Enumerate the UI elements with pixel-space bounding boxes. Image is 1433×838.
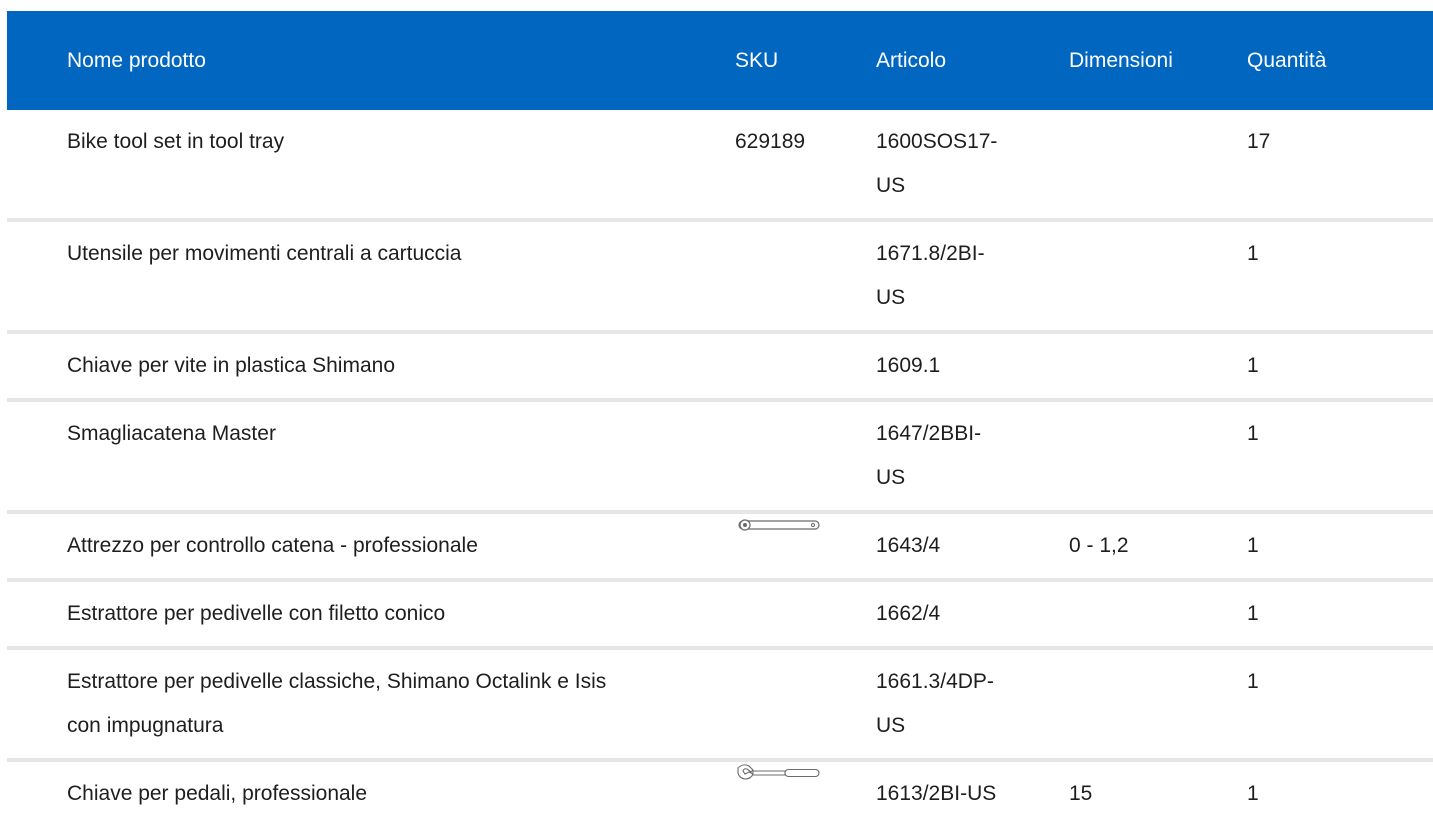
header-article[interactable]: Articolo [876,11,1069,110]
dimensions-cell [1069,648,1247,760]
header-dimensions[interactable]: Dimensioni [1069,11,1247,110]
quantity-cell: 17 [1247,130,1271,153]
article-cell: 1671.8/2BI- US [876,220,1069,332]
header-spacer [7,11,67,110]
article-cell: 1647/2BBI- US [876,400,1069,512]
row-spacer [7,512,67,580]
product-name-cell[interactable]: Chiave per vite in plastica Shimano [67,332,735,400]
chain-checker-tool-image[interactable] [735,514,821,536]
article-cell: 1600SOS17- US [876,110,1069,220]
article-cell: 1609.1 [876,354,941,377]
table-row[interactable]: Smagliacatena Master 1647/2BBI- US 1 [7,400,1433,512]
header-quantity[interactable]: Quantità [1247,11,1433,110]
sku-cell [735,512,876,580]
article-cell: 1643/4 [876,534,941,557]
table-header: Nome prodotto SKU Articolo Dimensioni Qu… [7,11,1433,110]
row-spacer [7,220,67,332]
table-row[interactable]: Utensile per movimenti centrali a cartuc… [7,220,1433,332]
table-row[interactable]: Chiave per vite in plastica Shimano 1609… [7,332,1433,400]
dimensions-cell [1069,332,1247,400]
product-name-line-2: con impugnatura [67,714,224,737]
sku-cell [735,580,876,648]
sku-cell [735,648,876,760]
dimensions-cell: 0 - 1,2 [1069,534,1129,557]
article-line-1: 1661.3/4DP- [876,670,994,693]
table-row[interactable]: Bike tool set in tool tray 629189 1600SO… [7,110,1433,220]
table-row[interactable]: Estrattore per pedivelle classiche, Shim… [7,648,1433,760]
product-name-cell[interactable]: Estrattore per pedivelle classiche, Shim… [67,648,735,760]
dimensions-cell [1069,110,1247,220]
article-line-2: US [876,174,906,197]
sku-cell [735,400,876,512]
product-name-cell[interactable]: Utensile per movimenti centrali a cartuc… [67,220,735,332]
product-name-cell[interactable]: Chiave per pedali, professionale [67,760,735,826]
header-product-name[interactable]: Nome prodotto [67,11,735,110]
quantity-cell: 1 [1247,422,1259,445]
sku-cell [735,332,876,400]
table-row[interactable]: Chiave per pedali, professionale 1613/2B… [7,760,1433,826]
row-spacer [7,760,67,826]
sku-cell: 629189 [735,130,806,153]
quantity-cell: 1 [1247,670,1259,693]
dimensions-cell [1069,220,1247,332]
header-sku[interactable]: SKU [735,11,876,110]
sku-cell [735,760,876,826]
article-line-2: US [876,466,906,489]
table-row[interactable]: Attrezzo per controllo catena - professi… [7,512,1433,580]
product-name-cell[interactable]: Bike tool set in tool tray [67,110,735,220]
quantity-cell: 1 [1247,534,1259,557]
table-body: Bike tool set in tool tray 629189 1600SO… [7,110,1433,826]
row-spacer [7,110,67,220]
product-name-cell[interactable]: Smagliacatena Master [67,400,735,512]
quantity-cell: 1 [1247,602,1259,625]
row-spacer [7,648,67,760]
article-line-1: 1671.8/2BI- [876,242,985,265]
product-table-container: Nome prodotto SKU Articolo Dimensioni Qu… [7,11,1433,826]
product-name-line-1: Estrattore per pedivelle classiche, Shim… [67,670,607,693]
product-table: Nome prodotto SKU Articolo Dimensioni Qu… [7,11,1433,826]
article-line-2: US [876,714,906,737]
pedal-wrench-image[interactable] [735,762,823,784]
article-line-2: US [876,286,906,309]
dimensions-cell: 15 [1069,782,1093,805]
quantity-cell: 1 [1247,354,1259,377]
dimensions-cell [1069,400,1247,512]
row-spacer [7,580,67,648]
article-cell: 1613/2BI-US [876,782,997,805]
quantity-cell: 1 [1247,782,1259,805]
row-spacer [7,400,67,512]
table-row[interactable]: Estrattore per pedivelle con filetto con… [7,580,1433,648]
row-spacer [7,332,67,400]
article-line-1: 1647/2BBI- [876,422,982,445]
sku-cell [735,220,876,332]
article-cell: 1662/4 [876,602,941,625]
article-cell: 1661.3/4DP- US [876,648,1069,760]
product-name-cell[interactable]: Attrezzo per controllo catena - professi… [67,512,735,580]
table-header-row: Nome prodotto SKU Articolo Dimensioni Qu… [7,11,1433,110]
product-name-cell[interactable]: Estrattore per pedivelle con filetto con… [67,580,735,648]
quantity-cell: 1 [1247,242,1259,265]
dimensions-cell [1069,580,1247,648]
article-line-1: 1600SOS17- [876,130,998,153]
